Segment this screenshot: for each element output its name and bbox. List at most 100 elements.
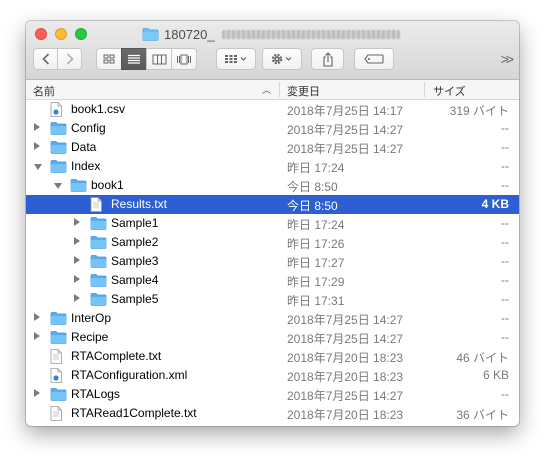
column-view-icon: [152, 54, 166, 64]
list-item[interactable]: Sample1 昨日 17:24 --: [26, 214, 519, 233]
close-window-button[interactable]: [35, 28, 47, 40]
list-item[interactable]: Config 2018年7月25日 14:27 --: [26, 119, 519, 138]
group-by-button[interactable]: [216, 48, 256, 70]
folder-icon: [70, 178, 87, 195]
list-view-button[interactable]: [121, 48, 147, 70]
list-item[interactable]: RTAConfiguration.xml 2018年7月20日 18:23 6 KB: [26, 366, 519, 385]
window-title: 180720_: [142, 25, 400, 43]
column-name-header[interactable]: 名前: [33, 83, 55, 99]
disclosure-closed-icon[interactable]: [74, 275, 80, 283]
disclosure-open-icon[interactable]: [34, 164, 42, 170]
file-size: --: [501, 387, 509, 401]
list-item[interactable]: Results.txt 今日 8:50 4 KB: [26, 195, 519, 214]
modified-date: 2018年7月20日 18:23: [287, 351, 404, 365]
file-size: --: [501, 311, 509, 325]
list-item[interactable]: Sample3 昨日 17:27 --: [26, 252, 519, 271]
disclosure-closed-icon[interactable]: [74, 294, 80, 302]
zoom-window-button[interactable]: [75, 28, 87, 40]
file-name: Sample2: [111, 235, 159, 249]
file-name: book1.csv: [71, 102, 126, 116]
disclosure-closed-icon[interactable]: [34, 123, 40, 131]
file-size: --: [501, 254, 509, 268]
modified-date: 昨日 17:26: [287, 237, 345, 251]
disclosure-closed-icon[interactable]: [34, 313, 40, 321]
toolbar-overflow-button[interactable]: >>: [501, 51, 514, 67]
file-size: --: [501, 292, 509, 306]
file-size: 46 バイト: [456, 351, 509, 365]
share-button[interactable]: [311, 48, 344, 70]
back-button[interactable]: [33, 48, 58, 70]
file-name: Index: [71, 159, 101, 173]
modified-date: 2018年7月25日 14:27: [287, 123, 404, 137]
list-item[interactable]: Sample5 昨日 17:31 --: [26, 290, 519, 309]
disclosure-closed-icon[interactable]: [34, 389, 40, 397]
folder-icon: [90, 216, 107, 233]
file-size: --: [501, 121, 509, 135]
file-name: Results.txt: [111, 197, 168, 211]
folder-icon: [50, 159, 67, 176]
modified-date: 2018年7月25日 14:27: [287, 313, 404, 327]
file-size: 319 バイト: [449, 104, 509, 118]
modified-date: 昨日 17:24: [287, 161, 345, 175]
file-name: RTAComplete.txt: [71, 349, 162, 363]
list-item[interactable]: Recipe 2018年7月25日 14:27 --: [26, 328, 519, 347]
modified-date: 昨日 17:27: [287, 256, 345, 270]
list-item[interactable]: RTALogs 2018年7月25日 14:27 --: [26, 385, 519, 404]
list-item[interactable]: book1.csv 2018年7月25日 14:17 319 バイト: [26, 100, 519, 119]
minimize-window-button[interactable]: [55, 28, 67, 40]
folder-icon: [90, 292, 107, 309]
view-mode-control: [96, 48, 197, 70]
list-item[interactable]: Index 昨日 17:24 --: [26, 157, 519, 176]
disclosure-closed-icon[interactable]: [74, 237, 80, 245]
modified-date: 2018年7月20日 18:23: [287, 370, 404, 384]
column-divider[interactable]: [424, 82, 425, 97]
modified-date: 昨日 17:31: [287, 294, 345, 308]
document-icon: [50, 406, 63, 424]
file-size: --: [501, 273, 509, 287]
file-name: InterOp: [71, 311, 112, 325]
list-item[interactable]: Sample2 昨日 17:26 --: [26, 233, 519, 252]
modified-date: 今日 8:50: [287, 199, 338, 213]
file-name: Sample4: [111, 273, 159, 287]
list-item[interactable]: book1 今日 8:50 --: [26, 176, 519, 195]
modified-date: 2018年7月25日 14:27: [287, 142, 404, 156]
list-item[interactable]: RTAComplete.txt 2018年7月20日 18:23 46 バイト: [26, 347, 519, 366]
action-menu-button[interactable]: [262, 48, 302, 70]
modified-date: 昨日 17:24: [287, 218, 345, 232]
cover-flow-button[interactable]: [171, 48, 197, 70]
folder-icon: [50, 387, 67, 404]
file-size: 36 バイト: [456, 408, 509, 422]
forward-button[interactable]: [57, 48, 82, 70]
column-view-button[interactable]: [146, 48, 172, 70]
file-list: book1.csv 2018年7月25日 14:17 319 バイト Config 20…: [26, 100, 519, 423]
file-name: Sample5: [111, 292, 159, 306]
list-item[interactable]: Data 2018年7月25日 14:27 --: [26, 138, 519, 157]
modified-date: 2018年7月25日 14:27: [287, 332, 404, 346]
disclosure-closed-icon[interactable]: [74, 218, 80, 226]
folder-icon: [90, 235, 107, 252]
column-header: 名前 ︿ 変更日 サイズ: [26, 80, 519, 100]
column-size-header[interactable]: サイズ: [433, 83, 466, 99]
disclosure-closed-icon[interactable]: [34, 142, 40, 150]
list-item[interactable]: RTARead1Complete.txt 2018年7月20日 18:23 36 バ…: [26, 404, 519, 423]
column-date-header[interactable]: 変更日: [287, 83, 320, 99]
list-item[interactable]: Sample4 昨日 17:29 --: [26, 271, 519, 290]
tags-button[interactable]: [354, 48, 394, 70]
file-name: Data: [71, 140, 97, 154]
column-divider[interactable]: [279, 82, 280, 97]
modified-date: 今日 8:50: [287, 180, 338, 194]
file-size: --: [501, 159, 509, 173]
disclosure-closed-icon[interactable]: [34, 332, 40, 340]
chevron-left-icon: [41, 53, 49, 65]
icon-view-button[interactable]: [96, 48, 122, 70]
folder-icon: [50, 311, 67, 328]
sort-ascending-icon: ︿: [262, 85, 272, 95]
cover-flow-icon: [177, 54, 191, 64]
disclosure-closed-icon[interactable]: [74, 256, 80, 264]
disclosure-open-icon[interactable]: [54, 183, 62, 189]
file-size: 4 KB: [481, 197, 509, 211]
modified-date: 2018年7月20日 18:23: [287, 408, 404, 422]
list-item[interactable]: InterOp 2018年7月25日 14:27 --: [26, 309, 519, 328]
folder-icon: [142, 27, 159, 41]
file-name: RTALogs: [71, 387, 120, 401]
